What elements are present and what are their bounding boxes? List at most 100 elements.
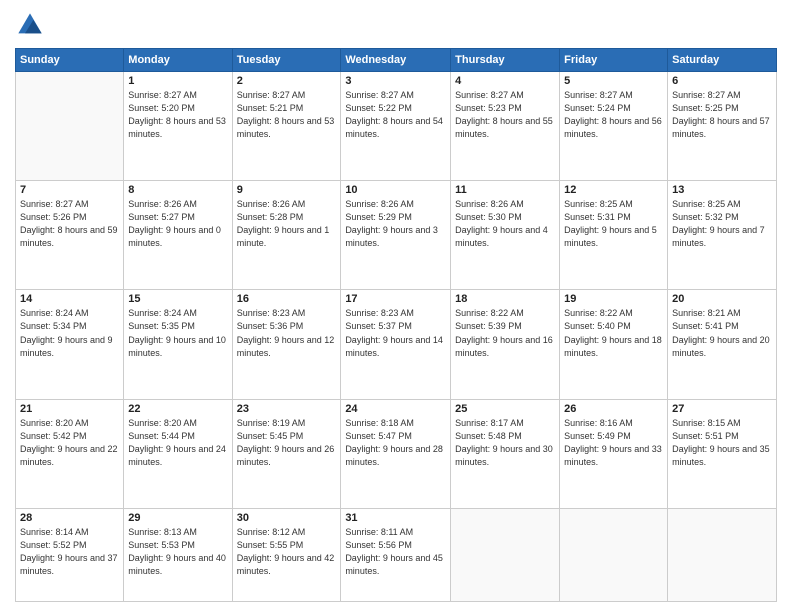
day-number: 12 xyxy=(564,184,663,196)
day-info: Sunrise: 8:27 AMSunset: 5:26 PMDaylight:… xyxy=(20,198,119,250)
calendar-cell xyxy=(668,508,777,601)
day-number: 28 xyxy=(20,512,119,524)
day-info: Sunrise: 8:16 AMSunset: 5:49 PMDaylight:… xyxy=(564,417,663,469)
day-info: Sunrise: 8:27 AMSunset: 5:23 PMDaylight:… xyxy=(455,89,555,141)
day-info: Sunrise: 8:21 AMSunset: 5:41 PMDaylight:… xyxy=(672,307,772,359)
calendar-cell: 7 Sunrise: 8:27 AMSunset: 5:26 PMDaylight… xyxy=(16,181,124,290)
day-number: 27 xyxy=(672,403,772,415)
calendar-cell: 27 Sunrise: 8:15 AMSunset: 5:51 PMDayligh… xyxy=(668,399,777,508)
calendar-cell: 11Sunrise: 8:26 AMSunset: 5:30 PMDayligh… xyxy=(451,181,560,290)
header xyxy=(15,10,777,40)
day-info: Sunrise: 8:25 AMSunset: 5:31 PMDaylight:… xyxy=(564,198,663,250)
day-info: Sunrise: 8:26 AMSunset: 5:30 PMDaylight:… xyxy=(455,198,555,250)
day-info: Sunrise: 8:19 AMSunset: 5:45 PMDaylight:… xyxy=(237,417,337,469)
calendar-cell: 31Sunrise: 8:11 AMSunset: 5:56 PMDayligh… xyxy=(341,508,451,601)
calendar-cell: 16 Sunrise: 8:23 AMSunset: 5:36 PMDayligh… xyxy=(232,290,341,399)
day-info: Sunrise: 8:27 AMSunset: 5:20 PMDaylight:… xyxy=(128,89,227,141)
calendar-cell: 25 Sunrise: 8:17 AMSunset: 5:48 PMDayligh… xyxy=(451,399,560,508)
week-row-4: 21 Sunrise: 8:20 AMSunset: 5:42 PMDayligh… xyxy=(16,399,777,508)
day-number: 31 xyxy=(345,512,446,524)
calendar-table: SundayMondayTuesdayWednesdayThursdayFrid… xyxy=(15,48,777,602)
day-info: Sunrise: 8:23 AMSunset: 5:36 PMDaylight:… xyxy=(237,307,337,359)
calendar-page: SundayMondayTuesdayWednesdayThursdayFrid… xyxy=(0,0,792,612)
day-header-monday: Monday xyxy=(124,49,232,72)
calendar-cell: 14Sunrise: 8:24 AMSunset: 5:34 PMDayligh… xyxy=(16,290,124,399)
day-number: 24 xyxy=(345,403,446,415)
day-info: Sunrise: 8:24 AMSunset: 5:35 PMDaylight:… xyxy=(128,307,227,359)
week-row-1: 1 Sunrise: 8:27 AMSunset: 5:20 PMDaylight… xyxy=(16,72,777,181)
day-number: 22 xyxy=(128,403,227,415)
day-info: Sunrise: 8:13 AMSunset: 5:53 PMDaylight:… xyxy=(128,526,227,578)
day-info: Sunrise: 8:22 AMSunset: 5:40 PMDaylight:… xyxy=(564,307,663,359)
day-info: Sunrise: 8:15 AMSunset: 5:51 PMDaylight:… xyxy=(672,417,772,469)
day-number: 21 xyxy=(20,403,119,415)
day-number: 13 xyxy=(672,184,772,196)
calendar-cell: 26 Sunrise: 8:16 AMSunset: 5:49 PMDayligh… xyxy=(560,399,668,508)
day-number: 23 xyxy=(237,403,337,415)
day-number: 9 xyxy=(237,184,337,196)
calendar-cell: 28 Sunrise: 8:14 AMSunset: 5:52 PMDayligh… xyxy=(16,508,124,601)
calendar-cell: 19 Sunrise: 8:22 AMSunset: 5:40 PMDayligh… xyxy=(560,290,668,399)
day-number: 30 xyxy=(237,512,337,524)
day-number: 6 xyxy=(672,75,772,87)
week-row-3: 14Sunrise: 8:24 AMSunset: 5:34 PMDayligh… xyxy=(16,290,777,399)
day-info: Sunrise: 8:23 AMSunset: 5:37 PMDaylight:… xyxy=(345,307,446,359)
day-header-tuesday: Tuesday xyxy=(232,49,341,72)
week-row-5: 28 Sunrise: 8:14 AMSunset: 5:52 PMDayligh… xyxy=(16,508,777,601)
calendar-cell xyxy=(16,72,124,181)
day-info: Sunrise: 8:25 AMSunset: 5:32 PMDaylight:… xyxy=(672,198,772,250)
day-info: Sunrise: 8:27 AMSunset: 5:24 PMDaylight:… xyxy=(564,89,663,141)
logo xyxy=(15,10,49,40)
day-info: Sunrise: 8:22 AMSunset: 5:39 PMDaylight:… xyxy=(455,307,555,359)
day-info: Sunrise: 8:18 AMSunset: 5:47 PMDaylight:… xyxy=(345,417,446,469)
calendar-cell: 29 Sunrise: 8:13 AMSunset: 5:53 PMDayligh… xyxy=(124,508,232,601)
day-info: Sunrise: 8:26 AMSunset: 5:27 PMDaylight:… xyxy=(128,198,227,250)
calendar-cell: 10Sunrise: 8:26 AMSunset: 5:29 PMDayligh… xyxy=(341,181,451,290)
day-info: Sunrise: 8:26 AMSunset: 5:29 PMDaylight:… xyxy=(345,198,446,250)
calendar-cell: 2 Sunrise: 8:27 AMSunset: 5:21 PMDaylight… xyxy=(232,72,341,181)
day-number: 25 xyxy=(455,403,555,415)
calendar-cell: 15 Sunrise: 8:24 AMSunset: 5:35 PMDayligh… xyxy=(124,290,232,399)
day-number: 20 xyxy=(672,293,772,305)
day-number: 5 xyxy=(564,75,663,87)
calendar-cell: 20 Sunrise: 8:21 AMSunset: 5:41 PMDayligh… xyxy=(668,290,777,399)
day-info: Sunrise: 8:14 AMSunset: 5:52 PMDaylight:… xyxy=(20,526,119,578)
week-row-2: 7 Sunrise: 8:27 AMSunset: 5:26 PMDaylight… xyxy=(16,181,777,290)
day-info: Sunrise: 8:17 AMSunset: 5:48 PMDaylight:… xyxy=(455,417,555,469)
day-number: 16 xyxy=(237,293,337,305)
day-info: Sunrise: 8:26 AMSunset: 5:28 PMDaylight:… xyxy=(237,198,337,250)
day-number: 8 xyxy=(128,184,227,196)
day-info: Sunrise: 8:27 AMSunset: 5:22 PMDaylight:… xyxy=(345,89,446,141)
calendar-cell: 30 Sunrise: 8:12 AMSunset: 5:55 PMDayligh… xyxy=(232,508,341,601)
day-info: Sunrise: 8:20 AMSunset: 5:44 PMDaylight:… xyxy=(128,417,227,469)
day-info: Sunrise: 8:27 AMSunset: 5:21 PMDaylight:… xyxy=(237,89,337,141)
day-number: 29 xyxy=(128,512,227,524)
day-number: 18 xyxy=(455,293,555,305)
day-info: Sunrise: 8:12 AMSunset: 5:55 PMDaylight:… xyxy=(237,526,337,578)
calendar-cell: 21 Sunrise: 8:20 AMSunset: 5:42 PMDayligh… xyxy=(16,399,124,508)
calendar-cell: 8 Sunrise: 8:26 AMSunset: 5:27 PMDaylight… xyxy=(124,181,232,290)
day-number: 17 xyxy=(345,293,446,305)
day-info: Sunrise: 8:27 AMSunset: 5:25 PMDaylight:… xyxy=(672,89,772,141)
day-number: 19 xyxy=(564,293,663,305)
calendar-cell xyxy=(560,508,668,601)
calendar-cell: 9 Sunrise: 8:26 AMSunset: 5:28 PMDaylight… xyxy=(232,181,341,290)
calendar-cell: 24 Sunrise: 8:18 AMSunset: 5:47 PMDayligh… xyxy=(341,399,451,508)
day-info: Sunrise: 8:20 AMSunset: 5:42 PMDaylight:… xyxy=(20,417,119,469)
day-number: 2 xyxy=(237,75,337,87)
day-header-saturday: Saturday xyxy=(668,49,777,72)
calendar-cell: 1 Sunrise: 8:27 AMSunset: 5:20 PMDaylight… xyxy=(124,72,232,181)
logo-icon xyxy=(15,10,45,40)
calendar-cell: 23 Sunrise: 8:19 AMSunset: 5:45 PMDayligh… xyxy=(232,399,341,508)
calendar-cell: 6 Sunrise: 8:27 AMSunset: 5:25 PMDaylight… xyxy=(668,72,777,181)
day-number: 3 xyxy=(345,75,446,87)
day-number: 1 xyxy=(128,75,227,87)
calendar-cell: 4Sunrise: 8:27 AMSunset: 5:23 PMDaylight… xyxy=(451,72,560,181)
day-number: 7 xyxy=(20,184,119,196)
calendar-cell: 3 Sunrise: 8:27 AMSunset: 5:22 PMDaylight… xyxy=(341,72,451,181)
day-info: Sunrise: 8:24 AMSunset: 5:34 PMDaylight:… xyxy=(20,307,119,359)
day-number: 15 xyxy=(128,293,227,305)
day-number: 26 xyxy=(564,403,663,415)
day-header-wednesday: Wednesday xyxy=(341,49,451,72)
calendar-header-row: SundayMondayTuesdayWednesdayThursdayFrid… xyxy=(16,49,777,72)
